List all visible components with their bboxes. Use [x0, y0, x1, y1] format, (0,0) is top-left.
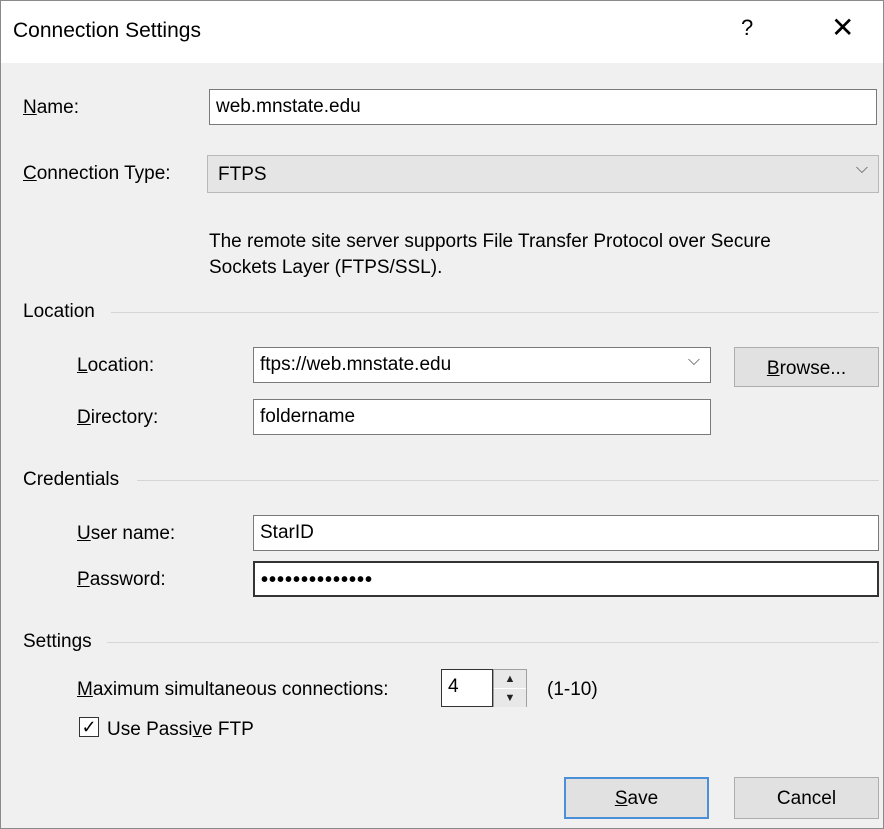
user-name-field[interactable]: StarID: [253, 515, 879, 551]
help-button[interactable]: ?: [741, 15, 753, 41]
description-line-2: Sockets Layer (FTPS/SSL).: [209, 257, 443, 278]
connection-settings-dialog: Connection Settings ? ✕ Name: web.mnstat…: [0, 0, 884, 829]
connection-type-value: FTPS: [218, 164, 267, 185]
passive-ftp-checkbox[interactable]: ✓: [79, 717, 99, 737]
passive-ftp-label[interactable]: Use Passive FTP: [107, 719, 254, 741]
settings-divider: [107, 642, 879, 643]
location-label: Location:: [77, 355, 155, 376]
connection-type-select[interactable]: FTPS ⌵: [207, 155, 879, 193]
name-field[interactable]: web.mnstate.edu: [209, 89, 877, 125]
location-group-title: Location: [23, 301, 95, 322]
user-name-label: User name:: [77, 523, 176, 544]
close-button[interactable]: ✕: [831, 11, 854, 44]
description-line-1: The remote site server supports File Tra…: [209, 231, 771, 252]
settings-group-title: Settings: [23, 631, 92, 652]
credentials-divider: [137, 480, 879, 481]
connection-type-description: The remote site server supports File Tra…: [209, 229, 869, 281]
max-connections-field[interactable]: 4: [441, 669, 493, 707]
max-connections-stepper: ▲ ▼: [493, 669, 527, 707]
chevron-down-icon: ⌵: [687, 352, 700, 369]
save-button[interactable]: Save: [564, 777, 709, 819]
location-value: ftps://web.mnstate.edu: [260, 354, 452, 375]
range-hint: (1-10): [547, 679, 598, 700]
location-divider: [111, 312, 879, 313]
name-label: Name:: [23, 97, 79, 118]
max-connections-label: Maximum simultaneous connections:: [77, 679, 389, 700]
window-title: Connection Settings: [13, 19, 201, 42]
password-field[interactable]: ••••••••••••••: [253, 561, 879, 597]
browse-button[interactable]: Browse...: [734, 347, 879, 387]
spin-up-icon[interactable]: ▲: [494, 670, 526, 688]
title-bar: Connection Settings ? ✕: [1, 1, 883, 63]
directory-field[interactable]: foldername: [253, 399, 711, 435]
location-combo[interactable]: ftps://web.mnstate.edu ⌵: [253, 347, 711, 383]
spin-down-icon[interactable]: ▼: [494, 689, 526, 707]
connection-type-label: Connection Type:: [23, 163, 171, 184]
credentials-group-title: Credentials: [23, 469, 120, 490]
chevron-down-icon: ⌵: [855, 160, 868, 177]
cancel-button[interactable]: Cancel: [734, 777, 879, 819]
password-label: Password:: [77, 569, 166, 590]
directory-label: Directory:: [77, 407, 159, 428]
